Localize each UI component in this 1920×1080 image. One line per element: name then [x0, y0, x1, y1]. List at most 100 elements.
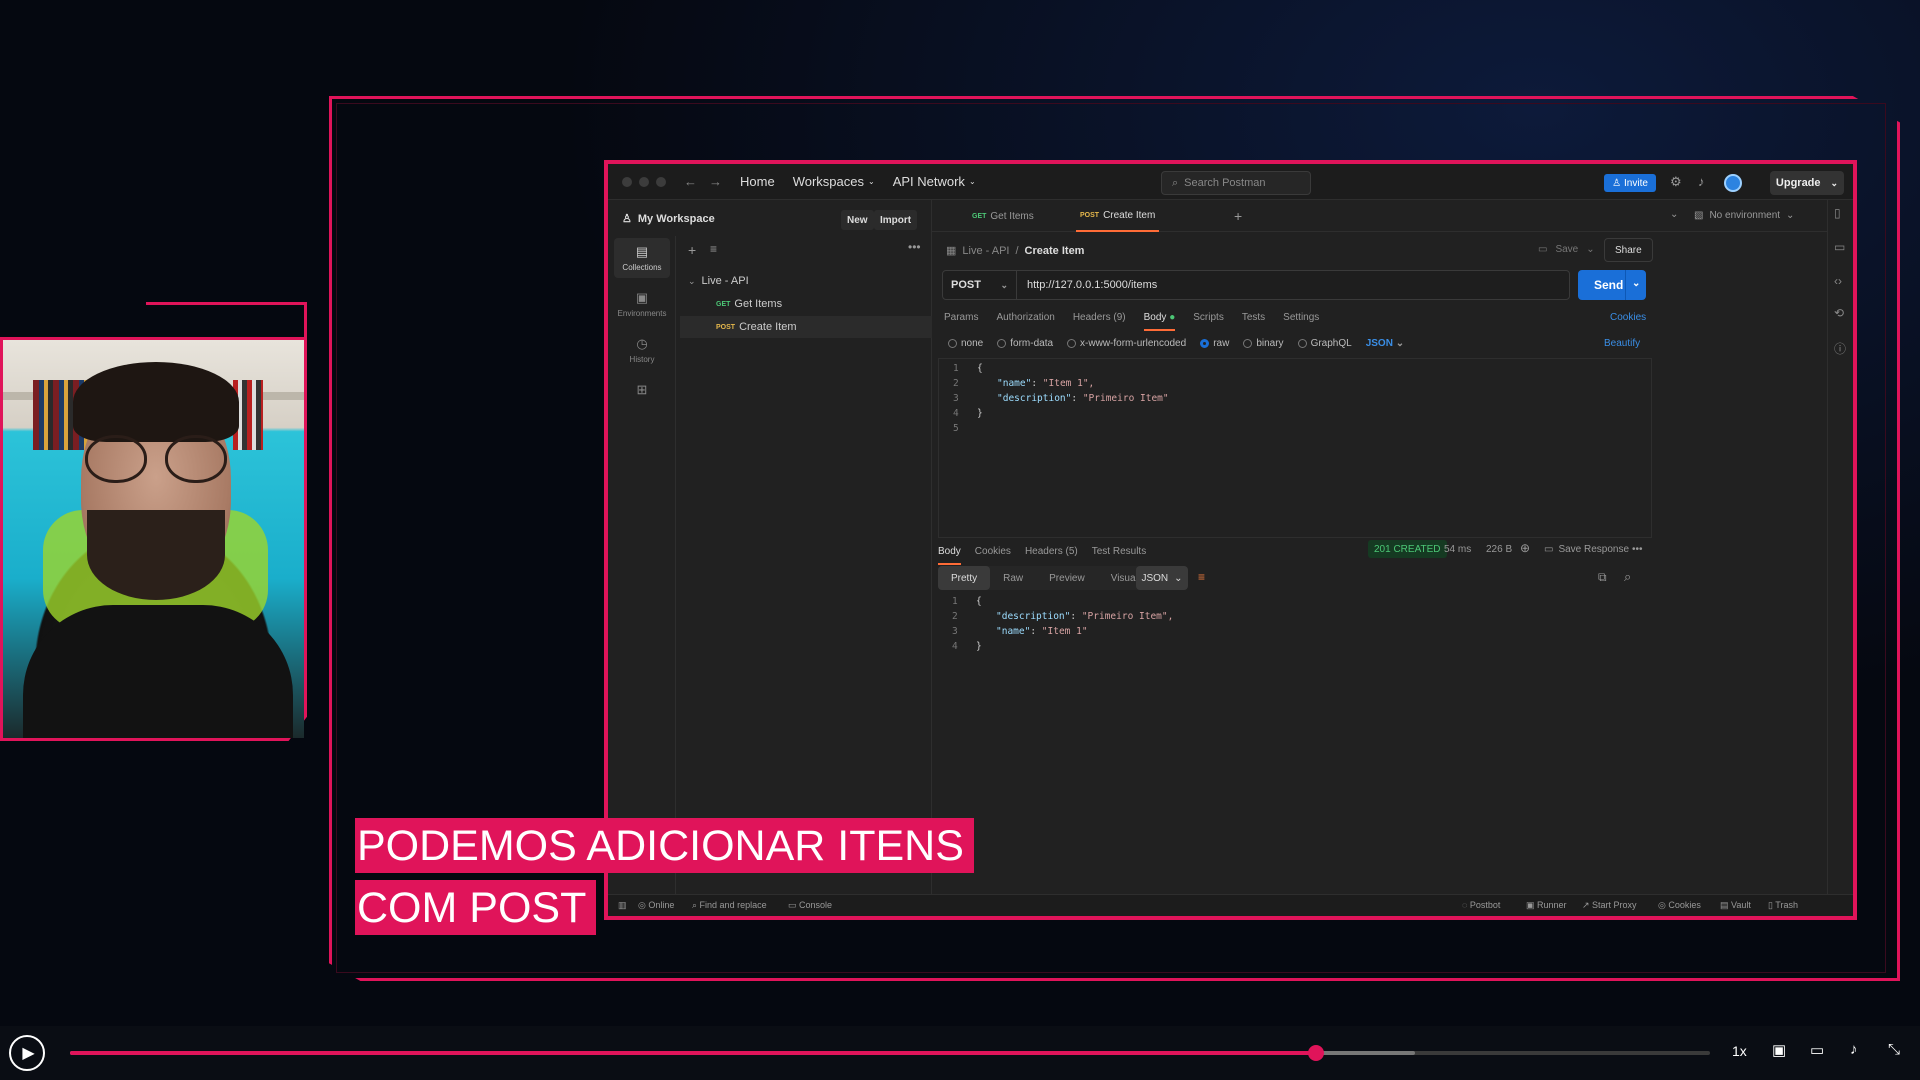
cookies-status[interactable]: ◎ Cookies [1658, 900, 1701, 911]
settings-gear-icon[interactable]: ⚙ [1670, 174, 1682, 190]
postbot[interactable]: ◌ Postbot [1462, 900, 1500, 910]
cookies-link[interactable]: Cookies [1610, 312, 1646, 323]
code-icon[interactable]: ‹› [1834, 274, 1842, 288]
chevron-down-icon: ⌄ [1786, 210, 1795, 221]
format-preview[interactable]: Preview [1036, 566, 1098, 590]
avatar[interactable] [1724, 174, 1742, 192]
radio-graphql[interactable]: GraphQL [1297, 338, 1352, 349]
environment-select[interactable]: ▧ No environment ⌄ [1694, 210, 1794, 221]
tab-headers[interactable]: Headers (9) [1073, 312, 1126, 331]
radio-raw[interactable]: raw [1200, 338, 1229, 349]
notification-bell-icon[interactable]: ♪ [1698, 174, 1705, 189]
tab-body[interactable]: Body ● [1143, 312, 1176, 331]
runner[interactable]: ▣ Runner [1526, 900, 1567, 911]
window-controls[interactable] [622, 176, 666, 187]
search-input[interactable]: ⌕ Search Postman [1161, 171, 1311, 195]
request-body-editor[interactable]: 1{ 2 "name": "Item 1", 3 "description": "P… [938, 358, 1652, 538]
vault[interactable]: ▤ Vault [1720, 900, 1751, 911]
status-online[interactable]: ◎ Online [638, 900, 674, 911]
search-icon[interactable]: ⌕ [1624, 569, 1631, 585]
workspace-title[interactable]: ♙ My Workspace [622, 212, 715, 226]
format-select[interactable]: JSON ⌄ [1366, 338, 1404, 349]
more-icon[interactable]: ••• [1632, 544, 1643, 555]
console[interactable]: ▭ Console [788, 900, 832, 911]
nav-api-network[interactable]: API Network ⌄ [893, 174, 976, 189]
save-icon: ▭ [1544, 544, 1554, 555]
find-replace[interactable]: ⌕ Find and replace [692, 900, 767, 911]
add-icon[interactable]: + [688, 242, 696, 258]
radio-binary[interactable]: binary [1243, 338, 1284, 349]
tab-scripts[interactable]: Scripts [1193, 312, 1224, 331]
forward-arrow-icon[interactable]: → [709, 174, 722, 189]
tree-item-create-item[interactable]: POST Create Item [680, 316, 932, 338]
tree-item-get-items[interactable]: GET Get Items [680, 293, 932, 315]
save-button[interactable]: ▭ Save ⌄ [1538, 244, 1595, 255]
chevron-down-icon[interactable]: ⌄ [1670, 209, 1678, 220]
url-input[interactable]: http://127.0.0.1:5000/items [1017, 279, 1157, 291]
back-arrow-icon[interactable]: ← [684, 174, 697, 189]
response-tabs: Body Cookies Headers (5) Test Results [938, 546, 1146, 565]
rail-environments[interactable]: ▣ Environments [614, 284, 670, 324]
radio-urlencoded[interactable]: x-www-form-urlencoded [1067, 338, 1186, 349]
rail-history[interactable]: ◷ History [614, 330, 670, 370]
tree-collection[interactable]: ⌄ Live - API [680, 270, 932, 292]
beautify-link[interactable]: Beautify [1604, 338, 1640, 349]
globe-icon[interactable]: ⊕ [1520, 541, 1530, 555]
chevron-down-icon: ⌄ [688, 275, 696, 286]
progress-fill [70, 1051, 1317, 1055]
tab-tests[interactable]: Tests [1242, 312, 1265, 331]
new-button[interactable]: New [841, 210, 874, 230]
rail-collections[interactable]: ▤ Collections [614, 238, 670, 278]
comments-icon[interactable]: ▭ [1834, 240, 1845, 254]
info-icon[interactable]: ⓘ [1834, 340, 1846, 357]
invite-button[interactable]: ♙ Invite [1604, 174, 1656, 192]
copy-icon[interactable]: ⧉ [1598, 570, 1607, 585]
start-proxy[interactable]: ↗ Start Proxy [1582, 900, 1637, 911]
radio-form-data[interactable]: form-data [997, 338, 1053, 349]
send-button[interactable]: Send ⌄ [1578, 270, 1646, 300]
import-button[interactable]: Import [874, 210, 918, 230]
tab-settings[interactable]: Settings [1283, 312, 1319, 331]
nav-workspaces[interactable]: Workspaces ⌄ [793, 174, 875, 189]
environment-icon: ▧ [1694, 210, 1704, 221]
more-icon[interactable]: ••• [908, 240, 921, 254]
playback-speed[interactable]: 1x [1732, 1043, 1747, 1059]
upgrade-button[interactable]: Upgrade ⌄ [1770, 171, 1844, 195]
response-tab-cookies[interactable]: Cookies [975, 546, 1011, 565]
format-raw[interactable]: Raw [990, 566, 1036, 590]
filter-icon[interactable]: ≡ [710, 242, 717, 256]
fullscreen-icon[interactable]: ⤡ [1888, 1041, 1900, 1058]
response-tab-headers[interactable]: Headers (5) [1025, 546, 1078, 565]
captions-icon[interactable]: ▣ [1772, 1041, 1786, 1059]
share-button[interactable]: Share [1604, 238, 1653, 262]
play-button[interactable]: ▶ [9, 1035, 45, 1071]
progress-bar[interactable] [70, 1045, 1710, 1061]
radio-none[interactable]: none [948, 338, 983, 349]
postman-window: ← → Home Workspaces ⌄ API Network ⌄ ⌕ Searc… [604, 160, 1857, 920]
response-tab-tests[interactable]: Test Results [1092, 546, 1146, 565]
tab-authorization[interactable]: Authorization [996, 312, 1054, 331]
new-tab-icon[interactable]: + [1234, 208, 1242, 224]
tab-get-items[interactable]: GET Get Items [972, 200, 1034, 232]
progress-thumb[interactable] [1308, 1045, 1325, 1061]
trash[interactable]: ▯ Trash [1768, 900, 1798, 911]
documentation-icon[interactable]: ▯ [1834, 206, 1841, 220]
response-tab-body[interactable]: Body [938, 546, 961, 565]
wrap-lines-icon[interactable]: ≡ [1198, 570, 1205, 584]
chevron-down-icon: ⌄ [867, 177, 875, 186]
tab-params[interactable]: Params [944, 312, 978, 331]
tab-create-item[interactable]: POST Create Item [1076, 200, 1160, 232]
save-response-button[interactable]: ▭ Save Response [1544, 544, 1629, 555]
picture-in-picture-icon[interactable]: ▭ [1810, 1041, 1824, 1059]
sidebar-toggle-icon[interactable]: ▥ [618, 900, 627, 911]
right-sidebar: ▯ ▭ ‹› ⟲ ⓘ [1827, 200, 1853, 900]
format-pretty[interactable]: Pretty [938, 566, 991, 590]
chevron-down-icon: ⌄ [1632, 278, 1641, 289]
related-icon[interactable]: ⟲ [1834, 306, 1844, 320]
rail-apps[interactable]: ⊞ [614, 376, 670, 416]
volume-icon[interactable]: ♪ [1850, 1041, 1858, 1058]
response-body-viewer[interactable]: 1{ 2 "description": "Primeiro Item", 3 "na… [938, 596, 1652, 656]
nav-home[interactable]: Home [740, 174, 775, 189]
response-format-select[interactable]: JSON ⌄ [1136, 566, 1188, 590]
method-select[interactable]: POST ⌄ [943, 271, 1017, 299]
